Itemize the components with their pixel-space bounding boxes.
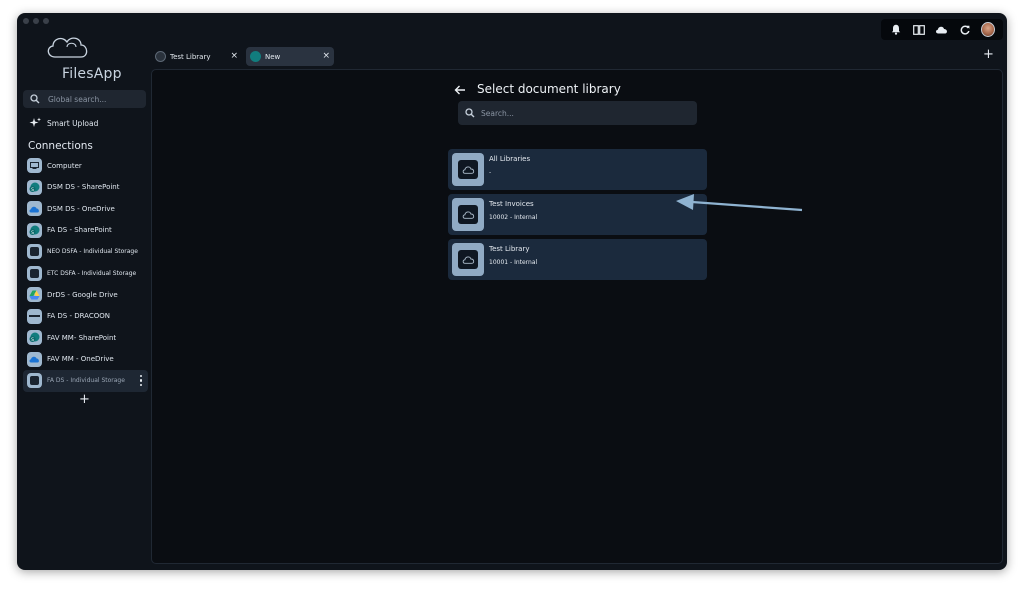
svg-text:S: S [31,337,34,343]
refresh-icon[interactable] [958,23,972,37]
connection-label: Computer [47,161,82,170]
app-name: FilesApp [62,66,122,82]
cloud-library-icon [452,153,484,186]
user-avatar[interactable] [981,22,996,37]
computer-icon [27,158,42,174]
global-search-input[interactable]: Global search... [23,90,146,108]
connection-label: DSM DS - SharePoint [47,183,120,192]
connections-list: Computer S DSM DS - SharePoint DSM DS - … [23,155,148,392]
page-title: Select document library [477,82,621,96]
connection-dracoon[interactable]: FA DS - DRACOON [23,306,148,328]
connection-label: FA DS - Individual Storage [47,377,125,385]
connections-heading: Connections [28,140,93,152]
cloud-logo-icon [47,37,88,58]
sharepoint-icon [250,51,261,62]
tab-label: New [265,52,281,61]
back-arrow-icon[interactable] [454,84,466,96]
cloud-library-icon [452,198,484,231]
cloud-icon[interactable] [935,23,949,37]
more-options-icon[interactable] [140,375,143,386]
svg-text:S: S [31,230,34,236]
onedrive-icon [27,351,42,367]
smart-upload-label: Smart Upload [47,118,99,128]
connection-label: ETC DSFA - Individual Storage [47,269,137,277]
top-toolbar [881,19,1003,40]
app-window: FilesApp Global search... Smart Upload C… [17,13,1007,570]
dracoon-icon [27,308,42,324]
connection-fa-storage[interactable]: FA DS - Individual Storage [23,370,148,392]
onedrive-icon [27,201,42,217]
tab-new[interactable]: New × [246,47,334,66]
sharepoint-icon: S [27,330,42,346]
app-logo: FilesApp [43,33,123,83]
connection-fav-sharepoint[interactable]: S FAV MM- SharePoint [23,327,148,349]
search-icon [30,94,40,104]
connection-label: DrDS - Google Drive [47,290,118,299]
close-tab-icon[interactable]: × [230,50,238,62]
library-name: Test Invoices [489,200,534,208]
connection-neo-storage[interactable]: NEO DSFA - Individual Storage [23,241,148,263]
sparkle-icon [29,117,41,127]
connection-dsm-sharepoint[interactable]: S DSM DS - SharePoint [23,177,148,199]
library-name: Test Library [489,245,530,253]
storage-icon [27,244,42,260]
connection-label: FA DS - SharePoint [47,226,112,235]
library-card-all-libraries[interactable]: All Libraries - [448,149,707,190]
cloud-library-icon [452,243,484,276]
connection-label: NEO DSFA - Individual Storage [47,248,138,256]
storage-icon [27,373,42,389]
close-tab-icon[interactable]: × [322,50,330,62]
connection-dsm-onedrive[interactable]: DSM DS - OneDrive [23,198,148,220]
sharepoint-icon: S [27,179,42,195]
google-drive-icon [27,287,42,303]
storage-icon [27,265,42,281]
library-card-test-invoices[interactable]: Test Invoices 10002 - Internal [448,194,707,235]
library-search-placeholder: Search... [481,108,514,118]
connection-fa-sharepoint[interactable]: S FA DS - SharePoint [23,220,148,242]
library-card-test-library[interactable]: Test Library 10001 - Internal [448,239,707,280]
sidebar: FilesApp Global search... Smart Upload C… [17,13,152,570]
add-connection-button[interactable]: + [79,393,90,406]
connection-label: FAV MM - OneDrive [47,355,114,364]
split-view-icon[interactable] [912,23,926,37]
connection-google-drive[interactable]: DrDS - Google Drive [23,284,148,306]
new-tab-button[interactable]: + [983,48,994,61]
global-search-placeholder: Global search... [48,94,107,104]
library-subtitle: - [489,169,492,176]
connection-label: DSM DS - OneDrive [47,204,115,213]
bell-icon[interactable] [889,23,903,37]
tab-label: Test Library [170,52,211,61]
connection-etc-storage[interactable]: ETC DSFA - Individual Storage [23,263,148,285]
search-icon [465,108,475,118]
connection-label: FA DS - DRACOON [47,312,110,321]
library-search-input[interactable]: Search... [458,101,697,125]
tab-test-library[interactable]: Test Library × [151,47,242,66]
connection-fav-onedrive[interactable]: FAV MM - OneDrive [23,349,148,371]
sharepoint-icon: S [27,222,42,238]
library-subtitle: 10001 - Internal [489,259,538,266]
smart-upload-button[interactable]: Smart Upload [29,117,98,129]
library-subtitle: 10002 - Internal [489,214,538,221]
connection-computer[interactable]: Computer [23,155,148,177]
connection-label: FAV MM- SharePoint [47,333,117,342]
library-name: All Libraries [489,155,531,163]
main-panel: Select document library Search... All Li… [151,69,1003,564]
library-tab-icon [155,51,166,62]
svg-text:S: S [31,187,34,193]
